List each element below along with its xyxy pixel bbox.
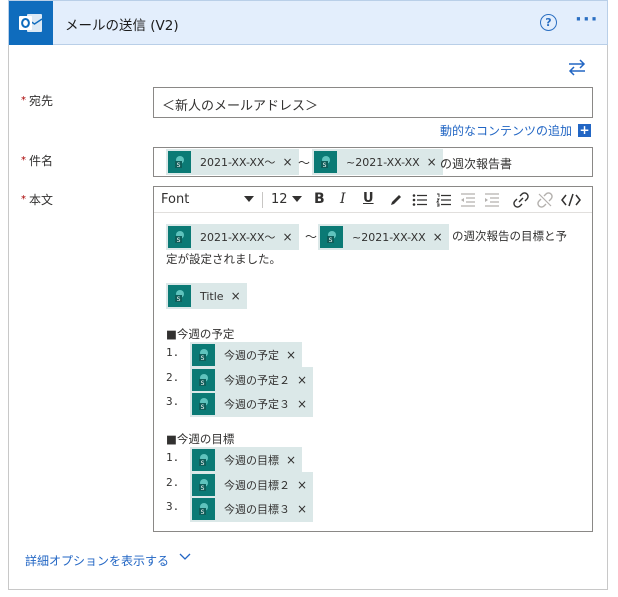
action-header[interactable]: メールの送信 (V2) ? ··· <box>8 0 608 45</box>
remove-token-icon[interactable]: × <box>297 502 307 516</box>
toolbar-divider <box>262 192 263 208</box>
remove-token-icon[interactable]: × <box>427 155 437 169</box>
body-token-plan-1[interactable]: S 今週の予定 × <box>190 342 303 368</box>
sharepoint-icon: S <box>168 151 191 173</box>
list-number: 1. <box>166 451 180 464</box>
to-label: * 宛先 <box>21 94 54 108</box>
remove-token-icon[interactable]: × <box>286 453 296 467</box>
pen-color-icon[interactable] <box>389 193 403 207</box>
list-number: 2. <box>166 476 180 489</box>
body-token-goal-1[interactable]: S 今週の目標 × <box>190 447 303 473</box>
svg-text:S: S <box>200 355 204 362</box>
body-editor[interactable]: Font 12 B I U S 2021-XX-XX〜 × 〜 S ~2021-X… <box>153 186 593 532</box>
body-token-plan-2[interactable]: S 今週の予定２ × <box>190 367 314 393</box>
sharepoint-icon: S <box>192 344 215 366</box>
body-token-goal-2[interactable]: S 今週の目標２ × <box>190 472 314 498</box>
body-line1-text: の週次報告の目標と予 <box>452 229 567 243</box>
unlink-icon[interactable] <box>537 192 553 208</box>
svg-text:S: S <box>328 237 332 244</box>
remove-token-icon[interactable]: × <box>282 155 292 169</box>
svg-text:S: S <box>200 485 204 492</box>
svg-text:S: S <box>200 380 204 387</box>
help-icon[interactable]: ? <box>540 14 557 31</box>
list-number: 3. <box>166 500 180 513</box>
body-separator: 〜 <box>305 230 318 244</box>
bullet-list-icon[interactable] <box>412 193 428 207</box>
svg-text:S: S <box>200 509 204 516</box>
subject-separator: 〜 <box>298 156 311 170</box>
to-input[interactable]: ＜新人のメールアドレス＞ <box>153 87 593 118</box>
italic-button[interactable]: I <box>340 191 346 207</box>
svg-text:S: S <box>176 162 180 169</box>
sharepoint-icon: S <box>168 285 191 307</box>
svg-text:S: S <box>200 460 204 467</box>
sharepoint-icon: S <box>314 151 337 173</box>
increase-indent-icon[interactable] <box>484 193 500 207</box>
remove-token-icon[interactable]: × <box>286 348 296 362</box>
body-label: * 本文 <box>21 193 54 207</box>
remove-token-icon[interactable]: × <box>297 373 307 387</box>
underline-button[interactable]: U <box>363 191 374 206</box>
sharepoint-icon: S <box>320 226 343 248</box>
sharepoint-icon: S <box>192 474 215 496</box>
code-view-icon[interactable] <box>561 193 581 207</box>
outlook-icon <box>9 1 53 45</box>
add-dynamic-content-link[interactable]: 動的なコンテンツの追加 <box>440 122 572 139</box>
plan-heading: ■今週の予定 <box>166 327 235 341</box>
rich-text-toolbar: Font 12 B I U <box>154 187 592 213</box>
subject-label: * 件名 <box>21 154 54 168</box>
show-advanced-options-link[interactable]: 詳細オプションを表示する <box>25 552 169 569</box>
list-number: 3. <box>166 395 180 408</box>
bold-button[interactable]: B <box>314 191 325 207</box>
body-token-goal-3[interactable]: S 今週の目標３ × <box>190 496 314 522</box>
remove-token-icon[interactable]: × <box>433 230 443 244</box>
font-size-select[interactable]: 12 <box>271 192 288 207</box>
decrease-indent-icon[interactable] <box>460 193 476 207</box>
body-token-plan-3[interactable]: S 今週の予定３ × <box>190 391 314 417</box>
remove-token-icon[interactable]: × <box>282 230 292 244</box>
link-icon[interactable] <box>513 192 529 208</box>
sharepoint-icon: S <box>192 393 215 415</box>
sharepoint-icon: S <box>192 498 215 520</box>
remove-token-icon[interactable]: × <box>297 397 307 411</box>
subject-token-end-date[interactable]: S ~2021-XX-XX × <box>312 149 443 175</box>
body-line2-text: 定が設定されました。 <box>166 252 281 266</box>
remove-token-icon[interactable]: × <box>231 289 241 303</box>
svg-text:S: S <box>322 162 326 169</box>
goal-heading: ■今週の目標 <box>166 432 235 446</box>
body-token-title[interactable]: S Title × <box>166 283 247 309</box>
action-title: メールの送信 (V2) <box>65 18 179 34</box>
font-dropdown-icon[interactable] <box>244 196 254 203</box>
svg-text:S: S <box>176 296 180 303</box>
switch-input-mode-icon[interactable] <box>567 58 587 76</box>
body-token-start-date[interactable]: S 2021-XX-XX〜 × <box>166 224 299 250</box>
sharepoint-icon: S <box>168 226 191 248</box>
sharepoint-icon: S <box>192 449 215 471</box>
subject-token-start-date[interactable]: S 2021-XX-XX〜 × <box>166 149 299 175</box>
body-token-end-date[interactable]: S ~2021-XX-XX × <box>318 224 449 250</box>
subject-suffix: の週次報告書 <box>440 157 513 171</box>
more-options-icon[interactable]: ··· <box>575 9 599 30</box>
chevron-down-icon[interactable] <box>178 551 192 563</box>
subject-input[interactable]: S 2021-XX-XX〜 × 〜 S ~2021-XX-XX × の週次報告書 <box>153 147 593 177</box>
svg-text:S: S <box>200 404 204 411</box>
size-dropdown-icon[interactable] <box>292 196 302 203</box>
remove-token-icon[interactable]: × <box>297 478 307 492</box>
svg-text:S: S <box>176 237 180 244</box>
list-number: 2. <box>166 371 180 384</box>
add-dynamic-content-icon[interactable]: + <box>578 124 591 137</box>
sharepoint-icon: S <box>192 369 215 391</box>
list-number: 1. <box>166 346 180 359</box>
numbered-list-icon[interactable] <box>436 193 452 207</box>
font-family-select[interactable]: Font <box>161 192 189 207</box>
